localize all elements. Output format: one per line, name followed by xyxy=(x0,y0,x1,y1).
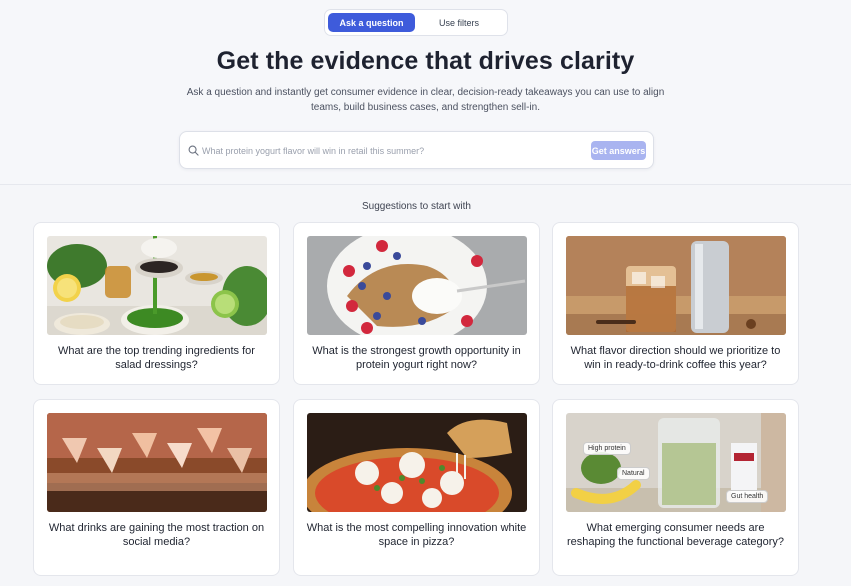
tag-chip: Natural xyxy=(617,467,650,480)
suggestion-question: What emerging consumer needs are reshapi… xyxy=(566,522,785,548)
search-bar: Get answers xyxy=(179,131,654,169)
page-subtitle: Ask a question and instantly get consume… xyxy=(186,87,665,113)
suggestion-card[interactable]: What drinks are gaining the most tractio… xyxy=(33,399,280,576)
suggestion-card[interactable]: What is the most compelling innovation w… xyxy=(293,399,540,576)
suggestions-heading: Suggestions to start with xyxy=(362,201,471,212)
suggestion-question: What is the strongest growth opportunity… xyxy=(312,345,521,371)
suggestion-question: What flavor direction should we prioriti… xyxy=(570,345,781,371)
suggestion-card[interactable]: High protein Natural Gut health What eme… xyxy=(552,399,799,576)
suggestion-card[interactable]: What is the strongest growth opportunity… xyxy=(293,222,540,385)
tab-use-filters[interactable]: Use filters xyxy=(415,13,503,32)
salad-dressing-image xyxy=(47,236,267,335)
get-answers-button[interactable]: Get answers xyxy=(591,141,646,160)
suggestion-question: What are the top trending ingredients fo… xyxy=(58,345,255,371)
yogurt-bowl-image xyxy=(307,236,527,335)
smoothie-image: High protein Natural Gut health xyxy=(566,413,786,512)
suggestion-card[interactable]: What flavor direction should we prioriti… xyxy=(552,222,799,385)
cocktail-toast-image xyxy=(47,413,267,512)
mode-toggle: Ask a question Use filters xyxy=(324,9,508,36)
suggestion-question: What drinks are gaining the most tractio… xyxy=(48,522,265,548)
page-title: Get the evidence that drives clarity xyxy=(216,47,635,75)
tag-chip: High protein xyxy=(583,442,631,455)
search-icon xyxy=(188,145,199,156)
pizza-image xyxy=(307,413,527,512)
suggestion-question: What is the most compelling innovation w… xyxy=(306,522,527,548)
suggestion-card[interactable]: What are the top trending ingredients fo… xyxy=(33,222,280,385)
tag-chip: Gut health xyxy=(726,490,769,503)
tab-ask-question[interactable]: Ask a question xyxy=(328,13,415,32)
iced-coffee-image xyxy=(566,236,786,335)
search-input[interactable] xyxy=(202,142,582,159)
